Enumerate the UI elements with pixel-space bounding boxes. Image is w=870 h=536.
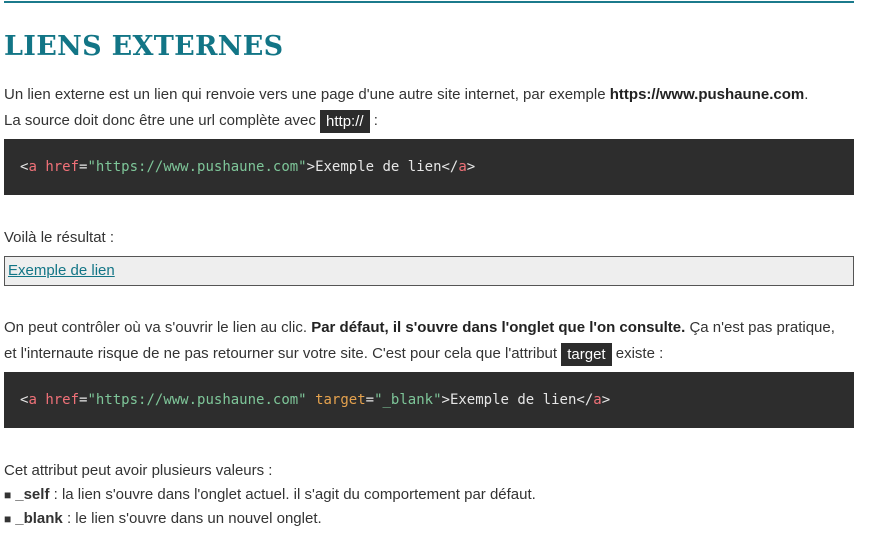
value-desc: : le lien s'ouvre dans un nouvel onglet. <box>62 510 322 527</box>
code-token: > <box>601 392 611 408</box>
code-token: "https://www.pushaune.com" <box>87 159 307 175</box>
result-box: Exemple de lien <box>4 256 854 286</box>
top-divider <box>4 1 854 3</box>
code-token: > <box>466 159 476 175</box>
target-paragraph: On peut contrôler où va s'ouvrir le lien… <box>4 315 856 367</box>
code-token: a <box>458 159 467 175</box>
example-url: https://www.pushaune.com <box>609 86 805 103</box>
code-token: Exemple de lien <box>315 159 442 175</box>
code-token: </ <box>441 159 459 175</box>
code-token: href <box>45 392 80 408</box>
square-bullet-icon: ■ <box>4 487 12 502</box>
code-token: "https://www.pushaune.com" <box>87 392 307 408</box>
code-token: a <box>28 159 37 175</box>
code-token: "_blank" <box>374 392 442 408</box>
target-bold: Par défaut, il s'ouvre dans l'onglet que… <box>311 319 686 336</box>
code-token: a <box>593 392 602 408</box>
target-line2-end: existe : <box>611 345 664 362</box>
intro-paragraph: Un lien externe est un lien qui renvoie … <box>4 82 856 134</box>
target-line1-text: On peut contrôler où va s'ouvrir le lien… <box>4 319 312 336</box>
section-title: LIENS EXTERNES <box>4 31 284 62</box>
result-label: Voilà le résultat : <box>4 229 115 246</box>
intro-line1-end: . <box>804 86 809 103</box>
code-token: href <box>45 159 80 175</box>
list-item: ■ _self : la lien s'ouvre dans l'onglet a… <box>4 483 856 508</box>
values-intro: Cet attribut peut avoir plusieurs valeur… <box>4 462 273 479</box>
value-name: _self <box>15 485 50 503</box>
code-block-basic-link: <a href="https://www.pushaune.com">Exemp… <box>4 139 854 195</box>
code-token: > <box>306 159 316 175</box>
intro-line2-text: La source doit donc être une url complèt… <box>4 112 321 129</box>
code-block-target-link: <a href="https://www.pushaune.com" targe… <box>4 372 854 428</box>
code-token: a <box>28 392 37 408</box>
square-bullet-icon: ■ <box>4 512 12 526</box>
code-token: </ <box>576 392 594 408</box>
code-token: = <box>365 392 375 408</box>
code-token: target <box>315 392 366 408</box>
list-item: ■ _blank : le lien s'ouvre dans un nouvel… <box>4 507 856 532</box>
inline-code-target: target <box>561 342 612 366</box>
target-line2-text: et l'internaute risque de ne pas retourn… <box>4 345 562 362</box>
code-token: Exemple de lien <box>449 392 577 408</box>
value-name: _blank <box>15 510 63 527</box>
inline-code-http: http:// <box>320 109 370 133</box>
target-line1-end: Ça n'est pas pratique, <box>685 319 835 336</box>
code-token: > <box>441 392 450 408</box>
intro-line2-end: : <box>369 112 378 129</box>
example-link[interactable]: Exemple de lien <box>8 262 115 279</box>
values-list: Cet attribut peut avoir plusieurs valeur… <box>4 459 856 532</box>
value-desc: : la lien s'ouvre dans l'onglet actuel. … <box>49 485 536 503</box>
intro-line1-text: Un lien externe est un lien qui renvoie … <box>4 86 610 103</box>
